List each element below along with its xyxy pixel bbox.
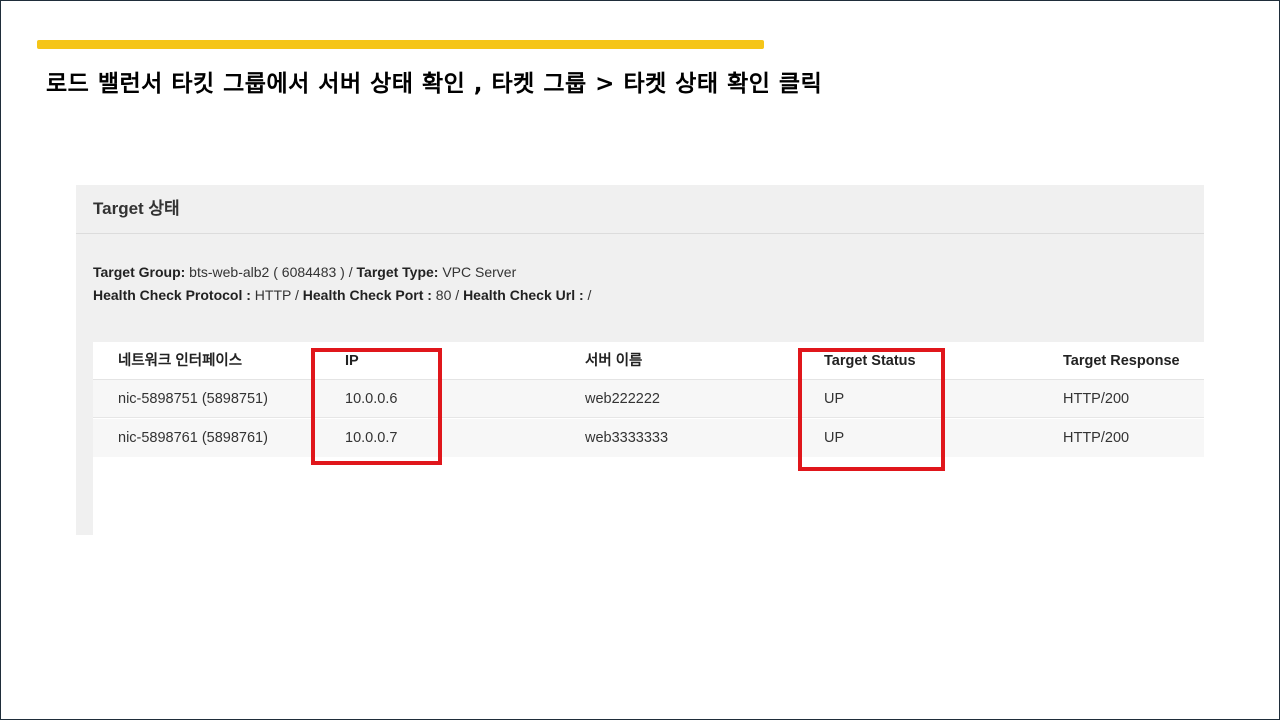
cell-target-response: HTTP/200 — [1063, 391, 1130, 407]
table-header-row: 네트워크 인터페이스 IP 서버 이름 Target Status Target… — [93, 342, 1204, 380]
hc-port-label: Health Check Port : — [302, 287, 432, 303]
hc-url-label: Health Check Url : — [463, 287, 584, 303]
panel-header: Target 상태 — [76, 185, 1204, 234]
hc-port-value: 80 / — [431, 287, 464, 303]
target-group-info: Target Group: bts-web-alb2 ( 6084483 ) /… — [76, 234, 1204, 307]
target-type-label: Target Type: — [356, 264, 439, 280]
cell-server-name: web222222 — [585, 391, 660, 407]
hc-url-value: / — [583, 287, 592, 303]
ip-column-highlight — [311, 348, 442, 465]
health-check-line: Health Check Protocol : HTTP / Health Ch… — [93, 284, 1204, 307]
target-group-value: bts-web-alb2 ( 6084483 ) / — [185, 264, 357, 280]
slide-title: 로드 밸런서 타킷 그룹에서 서버 상태 확인 , 타켓 그룹 > 타켓 상태 … — [46, 71, 823, 97]
table-row[interactable]: nic-5898761 (5898761) 10.0.0.7 web333333… — [93, 419, 1204, 457]
hc-protocol-label: Health Check Protocol : — [93, 287, 251, 303]
target-table: 네트워크 인터페이스 IP 서버 이름 Target Status Target… — [93, 342, 1204, 535]
table-row[interactable]: nic-5898751 (5898751) 10.0.0.6 web222222… — [93, 380, 1204, 418]
col-server-name[interactable]: 서버 이름 — [585, 342, 642, 380]
col-network-interface[interactable]: 네트워크 인터페이스 — [118, 342, 242, 380]
target-group-label: Target Group: — [93, 264, 186, 280]
cell-network-interface: nic-5898751 (5898751) — [118, 391, 268, 407]
target-status-panel: Target 상태 Target Group: bts-web-alb2 ( 6… — [76, 185, 1204, 535]
target-group-line: Target Group: bts-web-alb2 ( 6084483 ) /… — [93, 261, 1204, 284]
accent-bar — [37, 40, 764, 49]
cell-network-interface: nic-5898761 (5898761) — [118, 430, 268, 446]
status-column-highlight — [798, 348, 945, 471]
col-target-response[interactable]: Target Response — [1063, 342, 1180, 380]
cell-target-response: HTTP/200 — [1063, 430, 1130, 446]
cell-server-name: web3333333 — [585, 430, 669, 446]
hc-protocol-value: HTTP / — [250, 287, 303, 303]
target-type-value: VPC Server — [438, 264, 517, 280]
table-empty-area — [93, 458, 1204, 535]
